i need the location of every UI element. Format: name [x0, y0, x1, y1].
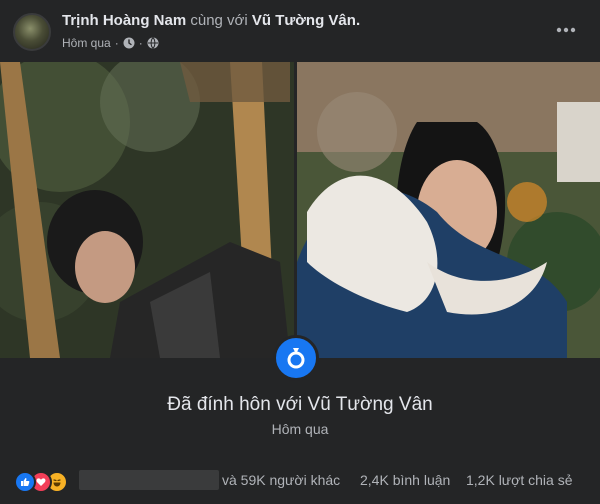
life-event-title: Đã đính hôn với Vũ Tường Vân [167, 394, 433, 415]
post-meta: Hôm qua · · [62, 36, 159, 50]
life-event-date: Hôm qua [271, 421, 329, 437]
post-footer: và 59K người khác 2,4K bình luận 1,2K lư… [0, 466, 600, 494]
redacted-names [79, 470, 219, 490]
shares-count-link[interactable]: 1,2K lượt chia sẻ [466, 472, 573, 488]
author-photo[interactable] [0, 62, 294, 358]
like-icon [14, 471, 36, 493]
meta-separator: · [138, 36, 143, 50]
tagged-name-link[interactable]: Vũ Tường Vân [252, 12, 356, 29]
reaction-icons[interactable] [14, 471, 74, 493]
tagged-photo[interactable] [297, 62, 600, 358]
globe-icon[interactable] [147, 37, 159, 49]
post-header: Trịnh Hoàng Nam cùng với Vũ Tường Vân. H… [0, 0, 600, 60]
meta-separator: · [114, 36, 119, 50]
comments-count-link[interactable]: 2,4K bình luận [360, 472, 450, 488]
with-text: cùng với [190, 12, 248, 29]
post-time-link[interactable]: Hôm qua [62, 36, 111, 50]
post-title-line: Trịnh Hoàng Nam cùng với Vũ Tường Vân. [62, 12, 360, 29]
author-avatar[interactable] [13, 13, 51, 51]
engagement-ring-icon [273, 335, 319, 381]
photo-grid [0, 62, 600, 358]
author-name-link[interactable]: Trịnh Hoàng Nam [62, 12, 186, 29]
reactions-count-link[interactable]: và 59K người khác [222, 472, 340, 488]
title-period: . [355, 12, 361, 29]
clock-icon [123, 37, 135, 49]
more-options-icon[interactable] [554, 18, 578, 42]
